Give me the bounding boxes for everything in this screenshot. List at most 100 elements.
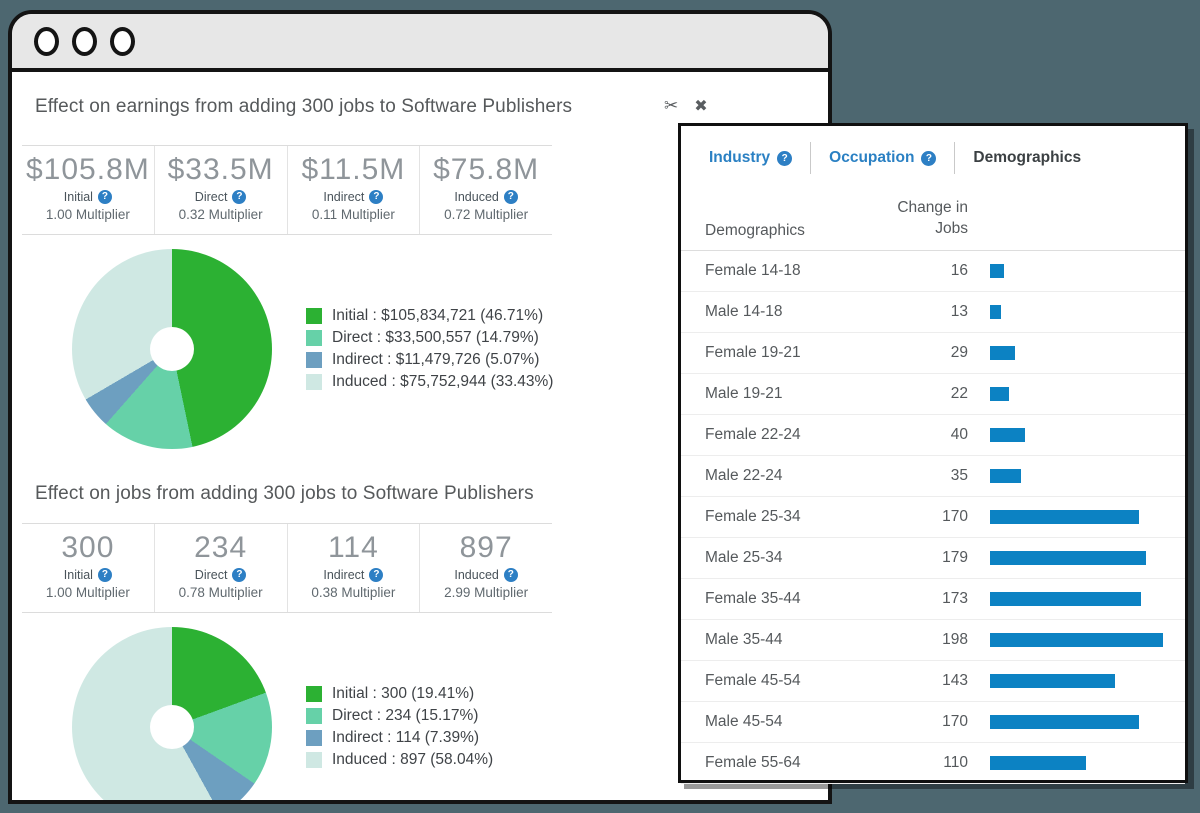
stat-value: $75.8M <box>420 153 552 187</box>
legend-label: Initial : $105,834,721 (46.71%) <box>332 307 543 325</box>
row-bar-area <box>990 592 1163 606</box>
legend-label: Direct : $33,500,557 (14.79%) <box>332 329 539 347</box>
earnings-stat-cards: $105.8M Initial ? 1.00 Multiplier $33.5M… <box>22 145 552 235</box>
window-button-2[interactable] <box>72 27 97 56</box>
legend-label: Indirect : 114 (7.39%) <box>332 729 479 747</box>
tab-industry[interactable]: Industry ? <box>705 142 810 174</box>
help-icon[interactable]: ? <box>369 568 383 582</box>
row-bar-area <box>990 264 1163 278</box>
stat-label: Induced <box>454 568 498 582</box>
row-value: 29 <box>920 344 968 362</box>
row-bar-area <box>990 305 1163 319</box>
row-bar-area <box>990 756 1163 770</box>
window-button-3[interactable] <box>110 27 135 56</box>
row-value: 198 <box>920 631 968 649</box>
help-icon[interactable]: ? <box>232 190 246 204</box>
table-row: Male 35-44 198 <box>681 620 1185 661</box>
stat-card: $11.5M Indirect ? 0.11 Multiplier <box>287 146 420 234</box>
row-bar <box>990 674 1115 688</box>
help-icon[interactable]: ? <box>777 151 792 166</box>
stat-label-row: Initial ? <box>22 190 154 204</box>
row-label: Male 14-18 <box>705 303 920 321</box>
table-row: Female 22-24 40 <box>681 415 1185 456</box>
report-tools: ✂ ✖ <box>664 96 708 116</box>
row-bar <box>990 346 1015 360</box>
cut-icon[interactable]: ✂ <box>664 96 678 116</box>
stat-label: Direct <box>195 568 228 582</box>
stat-label-row: Initial ? <box>22 568 154 582</box>
tab-occupation[interactable]: Occupation ? <box>810 142 954 174</box>
row-bar-area <box>990 715 1163 729</box>
demographics-panel: Industry ? Occupation ? Demographics ? D… <box>678 123 1188 783</box>
help-icon[interactable]: ? <box>98 568 112 582</box>
stat-card: $33.5M Direct ? 0.32 Multiplier <box>154 146 287 234</box>
help-icon[interactable]: ? <box>369 190 383 204</box>
table-row: Male 19-21 22 <box>681 374 1185 415</box>
tab-label: Industry <box>709 149 770 167</box>
jobs-donut-chart <box>72 627 272 804</box>
table-row: Female 35-44 173 <box>681 579 1185 620</box>
help-icon[interactable]: ? <box>504 568 518 582</box>
row-label: Female 22-24 <box>705 426 920 444</box>
stat-card: $105.8M Initial ? 1.00 Multiplier <box>22 146 154 234</box>
column-header-demographics: Demographics <box>705 222 838 240</box>
stat-label-row: Direct ? <box>155 568 287 582</box>
row-value: 170 <box>920 508 968 526</box>
close-icon[interactable]: ✖ <box>694 96 707 116</box>
legend-item: Induced : $75,752,944 (33.43%) <box>306 371 553 393</box>
legend-label: Induced : $75,752,944 (33.43%) <box>332 373 553 391</box>
stat-multiplier: 2.99 Multiplier <box>420 585 552 600</box>
help-icon[interactable]: ? <box>504 190 518 204</box>
help-icon[interactable]: ? <box>232 568 246 582</box>
legend-item: Indirect : $11,479,726 (5.07%) <box>306 349 553 371</box>
earnings-section-title: Effect on earnings from adding 300 jobs … <box>35 94 828 120</box>
stat-label-row: Induced ? <box>420 190 552 204</box>
legend-item: Initial : 300 (19.41%) <box>306 683 493 705</box>
row-value: 22 <box>920 385 968 403</box>
legend-item: Direct : 234 (15.17%) <box>306 705 493 727</box>
stat-multiplier: 0.32 Multiplier <box>155 207 287 222</box>
row-label: Male 35-44 <box>705 631 920 649</box>
row-bar-area <box>990 428 1163 442</box>
table-row: Female 19-21 29 <box>681 333 1185 374</box>
tab-label: Demographics <box>973 149 1081 167</box>
row-label: Female 55-64 <box>705 754 920 772</box>
help-icon[interactable]: ? <box>98 190 112 204</box>
legend-item: Direct : $33,500,557 (14.79%) <box>306 327 553 349</box>
tab-demographics[interactable]: Demographics ? <box>954 142 1099 174</box>
stat-value: 300 <box>22 531 154 565</box>
row-value: 16 <box>920 262 968 280</box>
row-bar-area <box>990 551 1163 565</box>
legend-item: Indirect : 114 (7.39%) <box>306 727 493 749</box>
table-row: Male 25-34 179 <box>681 538 1185 579</box>
row-bar <box>990 387 1009 401</box>
row-bar <box>990 715 1139 729</box>
legend-swatch <box>306 708 322 724</box>
table-row: Female 45-54 143 <box>681 661 1185 702</box>
stat-label-row: Induced ? <box>420 568 552 582</box>
stat-value: 114 <box>288 531 420 565</box>
stat-label: Initial <box>64 190 93 204</box>
earnings-legend: Initial : $105,834,721 (46.71%) Direct :… <box>306 305 553 393</box>
window-titlebar <box>12 14 828 72</box>
legend-label: Initial : 300 (19.41%) <box>332 685 474 703</box>
stat-label: Indirect <box>323 568 364 582</box>
row-value: 179 <box>920 549 968 567</box>
table-row: Male 45-54 170 <box>681 702 1185 743</box>
stat-label-row: Indirect ? <box>288 568 420 582</box>
legend-label: Induced : 897 (58.04%) <box>332 751 493 769</box>
row-label: Female 35-44 <box>705 590 920 608</box>
legend-swatch <box>306 352 322 368</box>
row-value: 13 <box>920 303 968 321</box>
legend-label: Direct : 234 (15.17%) <box>332 707 478 725</box>
window-button-1[interactable] <box>34 27 59 56</box>
help-icon[interactable]: ? <box>921 151 936 166</box>
stat-value: 897 <box>420 531 552 565</box>
stat-label: Initial <box>64 568 93 582</box>
legend-item: Induced : 897 (58.04%) <box>306 749 493 771</box>
legend-swatch <box>306 308 322 324</box>
row-bar <box>990 469 1021 483</box>
demographics-table: Female 14-18 16 Male 14-18 13 Female 19-… <box>681 251 1185 784</box>
row-label: Female 25-34 <box>705 508 920 526</box>
column-header-change-in-jobs: Change in Jobs <box>838 198 968 240</box>
